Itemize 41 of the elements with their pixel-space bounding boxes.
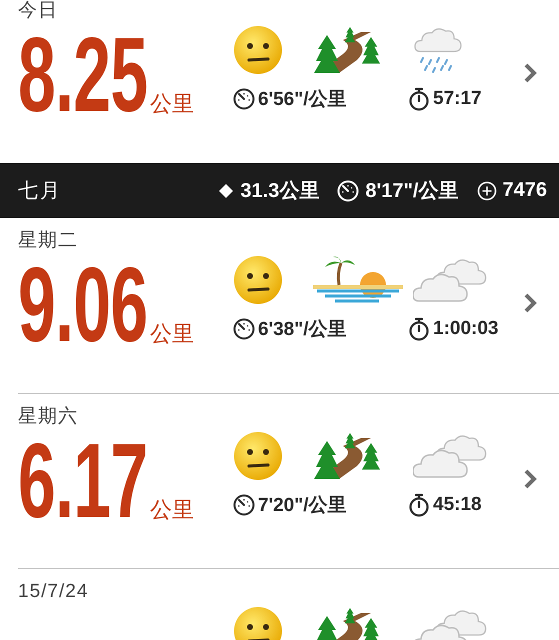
day-label: 15/7/24 xyxy=(18,581,88,603)
distance-unit: 公里 xyxy=(150,498,194,522)
stopwatch-icon xyxy=(408,493,430,517)
trail-icon xyxy=(313,26,383,74)
circled-plus-icon xyxy=(476,180,496,200)
neutral-face-icon xyxy=(233,25,283,75)
chevron-right-icon xyxy=(523,468,537,490)
speedometer-icon xyxy=(233,318,255,340)
chevron-right-icon xyxy=(523,292,537,314)
speedometer-icon xyxy=(233,494,255,516)
clouds-icon xyxy=(413,257,489,303)
month-distance: 31.3公里 xyxy=(240,179,320,204)
clouds-icon xyxy=(413,433,489,479)
speedometer-icon xyxy=(233,88,255,110)
month-pace: 8'17"/公里 xyxy=(365,179,458,204)
distance-unit: 公里 xyxy=(150,322,194,346)
distance-value: 6.17 xyxy=(18,428,148,534)
day-label: 星期六 xyxy=(18,406,78,428)
distance-value: 9.06 xyxy=(18,252,148,358)
neutral-face-icon xyxy=(233,431,283,481)
day-label: 星期二 xyxy=(18,230,78,252)
neutral-face-icon xyxy=(233,255,283,305)
trail-icon xyxy=(313,432,383,480)
pace-value: 6'38"/公里 xyxy=(258,318,347,342)
stopwatch-icon xyxy=(408,87,430,111)
rain-cloud-icon xyxy=(413,26,463,74)
day-label: 今日 xyxy=(18,0,58,22)
month-label: 七月 xyxy=(18,179,63,204)
diamond-icon xyxy=(218,182,234,198)
pace-value: 6'56"/公里 xyxy=(258,88,347,112)
chevron-right-icon xyxy=(523,62,537,84)
duration-value: 57:17 xyxy=(433,88,482,110)
beach-icon xyxy=(313,255,403,305)
duration-value: 1:00:03 xyxy=(433,318,498,340)
duration-value: 45:18 xyxy=(433,494,482,516)
month-steps: 7476 xyxy=(502,179,547,202)
pace-value: 7'20"/公里 xyxy=(258,494,347,518)
distance-value: 8.25 xyxy=(18,22,148,128)
stopwatch-icon xyxy=(408,317,430,341)
speedometer-icon xyxy=(337,180,360,202)
distance-unit: 公里 xyxy=(150,92,194,116)
